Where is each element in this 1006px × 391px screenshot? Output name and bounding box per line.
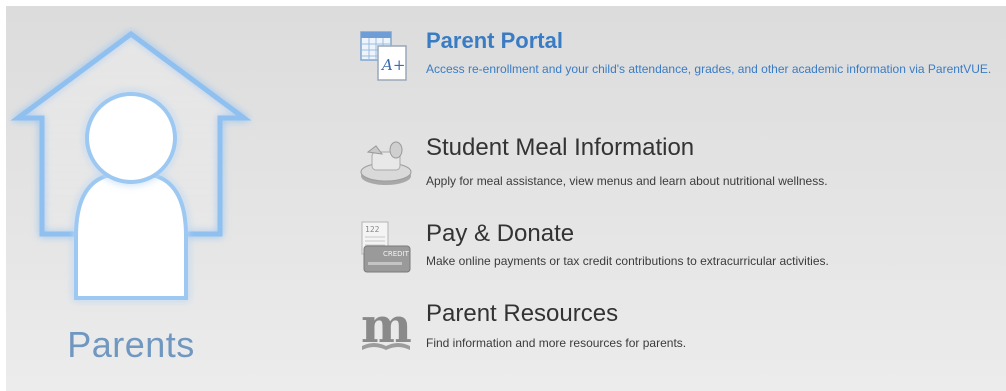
parents-panel: Parents A+ Parent Portal Access re-enrol… — [6, 6, 1006, 391]
parent-portal-item[interactable]: A+ Parent Portal Access re-enrollment an… — [358, 28, 1006, 92]
hero-label: Parents — [67, 324, 195, 365]
house-person-icon — [10, 30, 252, 300]
item-description: Find information and more resources for … — [426, 336, 687, 350]
credit-card-label: CREDIT — [383, 250, 410, 258]
item-description: Access re-enrollment and your child's at… — [426, 62, 992, 76]
item-title[interactable]: Parent Portal — [426, 28, 563, 54]
item-description: Apply for meal assistance, view menus an… — [426, 174, 828, 188]
meal-tray-icon — [360, 141, 412, 185]
credit-card-icon: 122 CREDIT — [361, 221, 411, 273]
item-title[interactable]: Pay & Donate — [426, 220, 574, 248]
calendar-grade-icon: A+ — [360, 31, 407, 81]
student-meal-item[interactable]: Student Meal Information Apply for meal … — [358, 134, 1006, 198]
item-title[interactable]: Student Meal Information — [426, 134, 694, 162]
svg-text:A+: A+ — [380, 56, 405, 74]
item-title[interactable]: Parent Resources — [426, 300, 618, 328]
credit-card-number: 122 — [365, 225, 380, 234]
parents-hero[interactable]: Parents — [6, 6, 256, 391]
item-description: Make online payments or tax credit contr… — [426, 254, 829, 268]
parent-resources-item[interactable]: m Parent Resources Find information and … — [358, 300, 1006, 364]
book-m-icon: m — [361, 300, 412, 354]
pay-donate-item[interactable]: 122 CREDIT Pay & Donate Make online paym… — [358, 220, 1006, 284]
